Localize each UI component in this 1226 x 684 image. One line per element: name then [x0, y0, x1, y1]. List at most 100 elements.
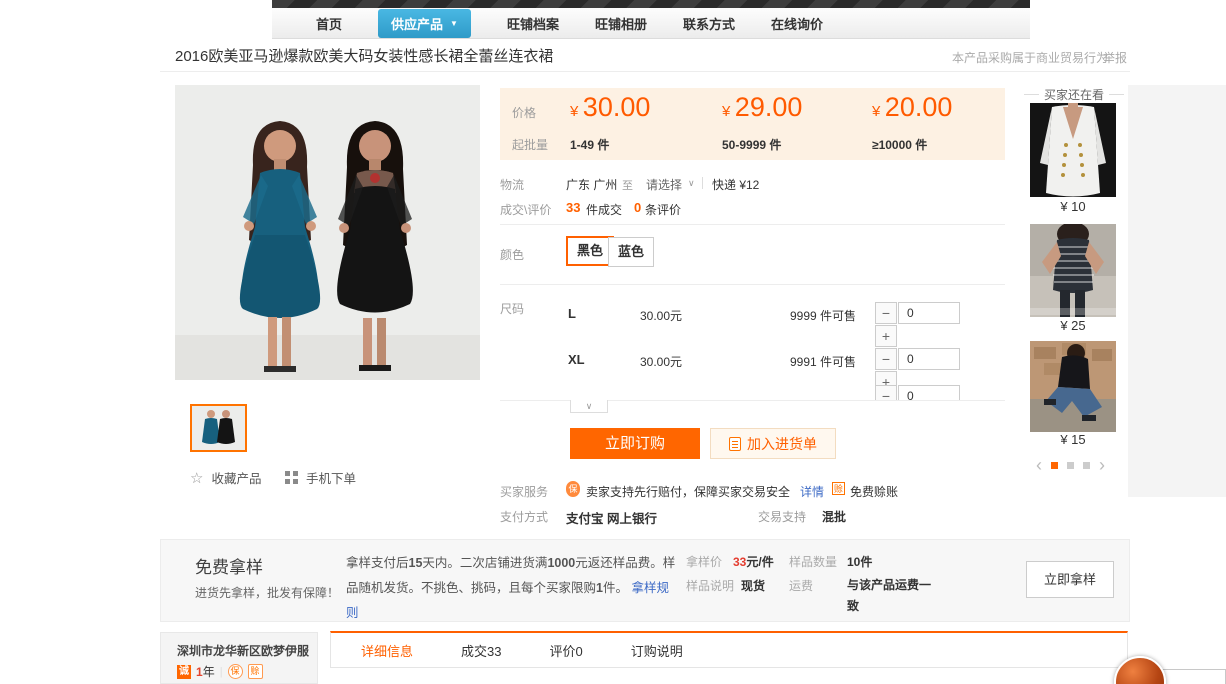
nav-supply-products[interactable]: 供应产品 ▼ [378, 9, 471, 38]
quantity-input[interactable] [898, 385, 960, 400]
price-tier-2: ¥ 29.00 [722, 92, 802, 123]
deals-count: 33 [566, 200, 580, 215]
title-divider [160, 71, 1130, 72]
divider [500, 284, 1005, 285]
nav-contact[interactable]: 联系方式 [683, 14, 735, 33]
nav-shop-profile[interactable]: 旺铺档案 [507, 14, 559, 33]
pager-next-icon[interactable]: › [1099, 458, 1105, 472]
payment-label: 支付方式 [500, 508, 548, 525]
add-to-cart-label: 加入进货单 [747, 434, 817, 454]
credit-text: 免费赊账 [850, 483, 898, 500]
moq-label: 起批量 [512, 136, 548, 153]
purchase-notice: 本产品采购属于商业贸易行为 [952, 49, 1108, 66]
destination-select[interactable]: 请选择 [646, 176, 682, 193]
chevron-down-icon[interactable]: ∨ [688, 178, 695, 189]
nav-supply-label: 供应产品 [391, 14, 443, 33]
divider [702, 177, 703, 189]
sample-qty-value: 10件 [847, 553, 872, 570]
services-label: 买家服务 [500, 483, 548, 500]
guarantee-text: 卖家支持先行赔付，保障买家交易安全 [586, 483, 790, 500]
tab-reviews[interactable]: 评价0 [549, 641, 582, 660]
sample-ship-label: 运费 [789, 577, 813, 594]
product-thumbnail[interactable] [190, 404, 247, 452]
pager-dot-1[interactable] [1051, 462, 1058, 469]
sample-qty-label: 样品数量 [789, 553, 837, 570]
related-product-1[interactable] [1030, 103, 1116, 202]
sample-description: 拿样支付后15天内。二次店铺进货满1000元返还样品费。样品随机发货。不挑色、挑… [346, 551, 678, 626]
credit-medal-icon: 赊 [248, 664, 263, 679]
guarantee-detail-link[interactable]: 详情 [800, 483, 824, 500]
product-title: 2016欧美亚马逊爆款欧美大码女装性感长裙全蕾丝连衣裙 [175, 45, 553, 66]
divider: | [220, 666, 223, 678]
sample-note-label: 样品说明 [686, 577, 734, 594]
sample-price-value: 33元/件 [733, 553, 774, 570]
star-icon: ☆ [190, 469, 203, 487]
related-product-2[interactable] [1030, 224, 1116, 322]
also-viewing-header: 买家还在看 [1024, 86, 1124, 103]
price-label: 价格 [512, 104, 536, 121]
sample-title: 免费拿样 [195, 553, 263, 578]
express-fee: 快递 ¥12 [712, 176, 759, 193]
yen-symbol: ¥ [722, 103, 730, 120]
sample-ship-value: 与该产品运费一致 [847, 575, 937, 617]
tab-detail-info[interactable]: 详细信息 [361, 641, 413, 660]
related-product-3-price: ¥ 15 [1030, 432, 1116, 447]
qr-code-icon [285, 471, 298, 484]
related-product-3[interactable] [1030, 341, 1116, 437]
price-tier-1: ¥ 30.00 [570, 92, 650, 123]
sidebar-pager: ‹ › [1036, 458, 1105, 472]
size-name: L [568, 306, 576, 321]
minus-button[interactable]: − [875, 348, 897, 370]
minus-button[interactable]: − [875, 302, 897, 324]
logistics-origin: 广东 广州 [566, 176, 617, 193]
sample-price-label: 拿样价 [686, 553, 722, 570]
moq-tier-2: 50-9999 件 [722, 136, 781, 153]
sample-note-value: 现货 [741, 577, 765, 594]
size-stock: 9999 件可售 [790, 307, 856, 324]
detail-tabs: 详细信息 成交33 评价0 订购说明 [330, 631, 1128, 668]
sidebar-background [1128, 85, 1226, 497]
minus-button[interactable]: − [875, 385, 897, 400]
guarantee-shield-icon: 保 [566, 481, 580, 497]
get-sample-button[interactable]: 立即拿样 [1026, 561, 1114, 598]
yen-symbol: ¥ [570, 103, 578, 120]
tab-order-notes[interactable]: 订购说明 [631, 641, 683, 660]
pager-dot-3[interactable] [1083, 462, 1090, 469]
color-option-blue[interactable]: 蓝色 [608, 237, 654, 267]
quantity-input[interactable] [898, 302, 960, 324]
payment-methods: 支付宝 网上银行 [566, 508, 657, 527]
favorite-label: 收藏产品 [211, 468, 261, 487]
nav-inquiry[interactable]: 在线询价 [771, 14, 823, 33]
store-name[interactable]: 深圳市龙华新区欧梦伊服... [177, 642, 309, 659]
report-link[interactable]: 举报 [1103, 49, 1127, 66]
price-tier-3: ¥ 20.00 [872, 92, 952, 123]
pager-dot-2[interactable] [1067, 462, 1074, 469]
yen-symbol: ¥ [872, 103, 880, 120]
size-price: 30.00元 [640, 307, 682, 324]
pager-prev-icon[interactable]: ‹ [1036, 458, 1042, 472]
expand-sizes-button[interactable]: ∨ [570, 400, 608, 413]
store-card: 深圳市龙华新区欧梦伊服... 诚 1年 | 保 赊 [160, 632, 318, 684]
favorite-product[interactable]: ☆ 收藏产品 [190, 468, 261, 487]
nav-home[interactable]: 首页 [316, 14, 342, 33]
color-label: 颜色 [500, 246, 524, 263]
size-row-3: − [500, 384, 1005, 400]
size-row-XL: XL 30.00元 9991 件可售 − + [500, 338, 1005, 384]
quantity-input[interactable] [898, 348, 960, 370]
logistics-to: 至 [622, 177, 633, 193]
deals-count-suffix[interactable]: 件成交 [586, 201, 622, 218]
nav-shop-album[interactable]: 旺铺相册 [595, 14, 647, 33]
size-price: 30.00元 [640, 353, 682, 370]
review-count-suffix[interactable]: 条评价 [645, 201, 681, 218]
deals-label: 成交\评价 [500, 201, 551, 218]
credit-icon: 赊 [832, 482, 845, 495]
product-image[interactable] [175, 85, 480, 380]
color-option-black[interactable]: 黑色 [566, 236, 614, 266]
add-to-cart-button[interactable]: 加入进货单 [710, 428, 836, 459]
trade-support-label: 交易支持 [758, 508, 806, 525]
order-now-button[interactable]: 立即订购 [570, 428, 700, 459]
tab-deals[interactable]: 成交33 [461, 641, 501, 660]
divider [500, 224, 1005, 225]
free-sample-section: 免费拿样 进货先拿样，批发有保障！ 拿样支付后15天内。二次店铺进货满1000元… [160, 539, 1130, 622]
mobile-order[interactable]: 手机下单 [285, 468, 356, 487]
